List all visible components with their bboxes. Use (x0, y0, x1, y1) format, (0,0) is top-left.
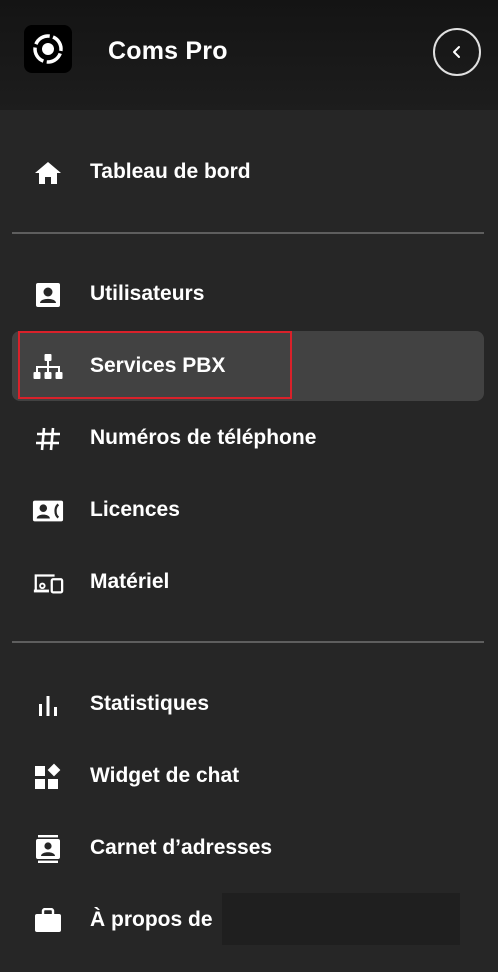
divider (12, 232, 484, 234)
bar-chart-icon (32, 692, 64, 718)
nav-item-label: Widget de chat (90, 764, 240, 787)
devices-icon (32, 570, 64, 596)
nav-item-label: Numéros de téléphone (90, 426, 317, 449)
nav-item-label: Statistiques (90, 692, 210, 715)
collapse-sidebar-button[interactable] (433, 28, 481, 76)
nav-item-label: À propos de (90, 908, 213, 931)
nav-item-label: Utilisateurs (90, 282, 205, 305)
nav-item-licences[interactable]: Licences (12, 475, 484, 545)
home-icon (32, 160, 64, 186)
nav-item-label: Licences (90, 498, 180, 521)
sidebar: Coms Pro Tableau de bord Utilisateurs Se… (0, 0, 498, 972)
nav-item-numeros-de-telephone[interactable]: Numéros de téléphone (12, 403, 484, 473)
ring-logo-icon (33, 34, 63, 64)
app-logo[interactable] (24, 25, 72, 73)
nav-item-widget-de-chat[interactable]: Widget de chat (12, 741, 484, 811)
nav-item-a-propos-de[interactable]: À propos de (12, 885, 484, 955)
nav-item-label: Services PBX (90, 354, 226, 377)
nav-item-materiel[interactable]: Matériel (12, 547, 484, 617)
person-badge-icon (32, 282, 64, 308)
sitemap-icon (32, 354, 64, 380)
sidebar-header: Coms Pro (0, 0, 498, 110)
divider (12, 641, 484, 643)
nav-item-services-pbx[interactable]: Services PBX (12, 331, 484, 401)
briefcase-icon (32, 908, 64, 934)
nav-item-label: Tableau de bord (90, 160, 251, 183)
nav-item-statistiques[interactable]: Statistiques (12, 669, 484, 739)
hash-icon (32, 426, 64, 452)
nav-item-tableau-de-bord[interactable]: Tableau de bord (12, 137, 484, 207)
widgets-icon (32, 763, 64, 790)
address-book-icon (32, 835, 64, 863)
nav-item-carnet-d-adresses[interactable]: Carnet d’adresses (12, 813, 484, 883)
contact-card-icon (32, 498, 64, 524)
nav-item-label: Carnet d’adresses (90, 836, 273, 859)
nav-item-utilisateurs[interactable]: Utilisateurs (12, 259, 484, 329)
nav-item-label: Matériel (90, 570, 170, 593)
app-title: Coms Pro (108, 37, 228, 65)
chevron-left-icon (453, 46, 460, 58)
